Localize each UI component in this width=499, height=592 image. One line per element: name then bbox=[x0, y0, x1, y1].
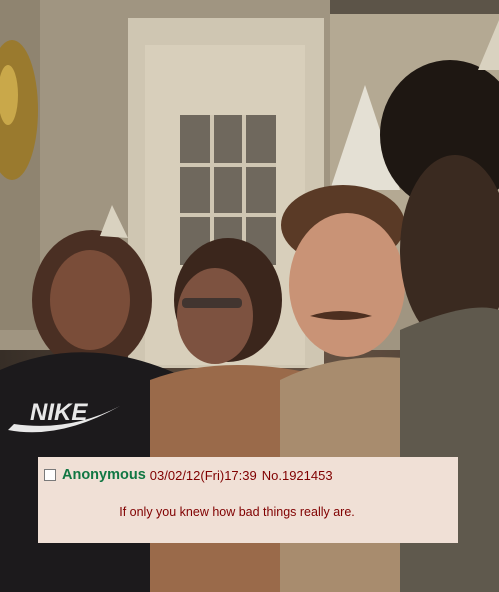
imageboard-post: Anonymous 03/02/12(Fri)17:39 No.1921453 … bbox=[38, 457, 458, 543]
post-message: If only you knew how bad things really a… bbox=[119, 505, 355, 519]
meme-image: NIKE Anonymous 03/02/12(Fri)17:39 No.192… bbox=[0, 0, 499, 592]
post-select-checkbox-icon[interactable] bbox=[44, 469, 56, 481]
post-header: Anonymous 03/02/12(Fri)17:39 No.1921453 bbox=[44, 463, 448, 487]
post-number-link[interactable]: No.1921453 bbox=[262, 468, 333, 483]
poster-name: Anonymous bbox=[62, 467, 146, 483]
post-datetime: 03/02/12(Fri)17:39 bbox=[149, 467, 257, 483]
